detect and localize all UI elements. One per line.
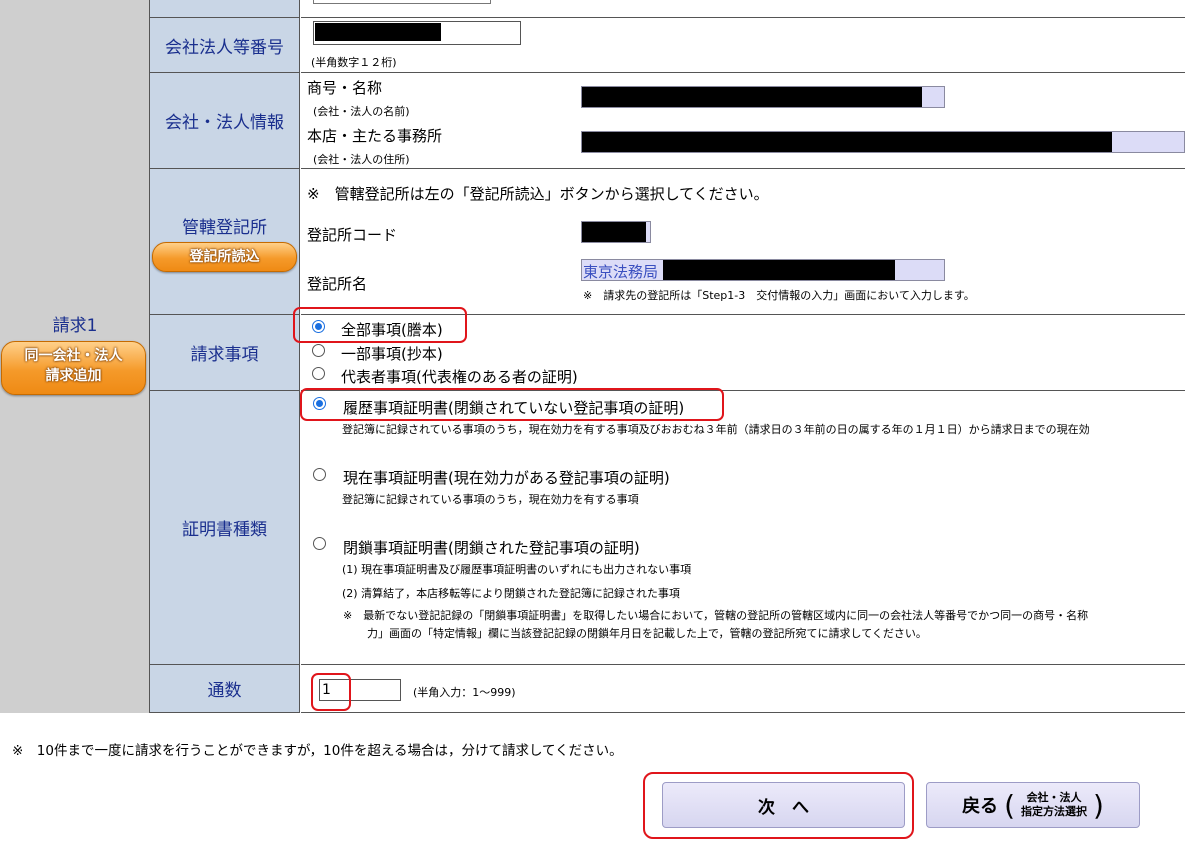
- redacted-corp-number: [315, 23, 441, 41]
- company-name-note: (会社・法人の名前): [313, 105, 410, 118]
- registry-load-button[interactable]: 登記所読込: [152, 242, 297, 272]
- registry-code-label: 登記所コード: [307, 226, 398, 244]
- redacted-company-name: [582, 87, 922, 107]
- closed-cert-desc-1: (1) 現在事項証明書及び履歴事項証明書のいずれにも出力されない事項: [342, 563, 692, 576]
- corp-info-label: 会社・法人情報: [150, 73, 300, 169]
- registry-name-value: 東京法務局: [583, 263, 659, 281]
- closed-cert-desc-3: ※ 最新でない登記記録の「閉鎖事項証明書」を取得したい場合において，管轄の登記所…: [343, 609, 1089, 622]
- copies-note: (半角入力：1〜999): [413, 686, 516, 699]
- radio-representative-items[interactable]: [312, 367, 325, 380]
- copies-label-cell: 通数: [150, 665, 300, 713]
- current-cert-desc: 登記簿に記録されている事項のうち，現在効力を有する事項: [342, 493, 639, 506]
- highlight-next-button: [643, 772, 914, 839]
- partial-items-label: 一部事項(抄本): [341, 345, 443, 363]
- cert-type-value: 履歴事項証明書(閉鎖されていない登記事項の証明) 登記簿に記録されている事項のう…: [301, 391, 1185, 665]
- cert-type-label: 証明書種類: [182, 520, 267, 540]
- cert-type-label-cell: 証明書種類: [150, 391, 300, 665]
- redacted-registry-name: [663, 260, 895, 280]
- request-label: 請求1: [52, 316, 98, 336]
- radio-current-cert[interactable]: [313, 468, 326, 481]
- closed-cert-desc-2: (2) 清算結了，本店移転等により閉鎖された登記簿に記録された事項: [342, 587, 680, 600]
- corp-number-label: 会社法人等番号: [150, 18, 300, 73]
- redacted-head-office: [582, 132, 1112, 152]
- representative-items-label: 代表者事項(代表権のある者の証明): [341, 368, 578, 386]
- add-same-company-request-button[interactable]: 同一会社・法人 請求追加: [1, 341, 146, 395]
- registry-value: ※ 管轄登記所は左の「登記所読込」ボタンから選択してください。 登記所コード 登…: [301, 169, 1185, 315]
- back-button[interactable]: 戻る ( 会社・法人 指定方法選択 ): [926, 782, 1140, 828]
- top-partial-input[interactable]: [313, 0, 491, 4]
- radio-closed-cert[interactable]: [313, 537, 326, 550]
- history-cert-desc: 登記簿に記録されている事項のうち，現在効力を有する事項及びおおむね３年前（請求日…: [342, 423, 1090, 436]
- head-office-label: 本店・主たる事務所: [307, 127, 443, 145]
- highlight-history-cert: [300, 388, 724, 421]
- head-office-note: (会社・法人の住所): [313, 153, 410, 166]
- closed-cert-desc-4: 力」画面の「特定情報」欄に当該登記記録の閉鎖年月日を記載した上で，管轄の登記所宛…: [367, 627, 927, 640]
- request-items-label-cell: 請求事項: [150, 315, 300, 391]
- registry-instruction: ※ 管轄登記所は左の「登記所読込」ボタンから選択してください。: [307, 185, 769, 203]
- corp-number-value: (半角数字１２桁): [301, 18, 1185, 73]
- top-partial-label: [150, 0, 300, 18]
- highlight-copies-input: [311, 673, 351, 711]
- copies-label: 通数: [207, 681, 242, 701]
- corp-info-value: 商号・名称 (会社・法人の名前) 本店・主たる事務所 (会社・法人の住所): [301, 73, 1185, 169]
- highlight-full-items: [293, 307, 467, 343]
- top-partial-value: [301, 0, 1185, 18]
- closed-cert-label: 閉鎖事項証明書(閉鎖された登記事項の証明): [343, 539, 640, 557]
- request-items-label: 請求事項: [190, 345, 259, 365]
- company-name-label: 商号・名称: [307, 79, 383, 97]
- corp-number-note: (半角数字１２桁): [311, 56, 397, 69]
- radio-partial-items[interactable]: [312, 344, 325, 357]
- redacted-registry-code: [582, 222, 646, 242]
- registry-label: 管轄登記所: [182, 218, 267, 238]
- copies-value: 1 (半角入力：1〜999): [301, 665, 1185, 713]
- registry-name-label: 登記所名: [307, 275, 368, 293]
- registry-name-note: ※ 請求先の登記所は「Step1-3 交付情報の入力」画面において入力します。: [583, 289, 975, 302]
- current-cert-label: 現在事項証明書(現在効力がある登記事項の証明): [343, 469, 670, 487]
- footer-note: ※ 10件まで一度に請求を行うことができますが，10件を超える場合は，分けて請求…: [12, 743, 623, 759]
